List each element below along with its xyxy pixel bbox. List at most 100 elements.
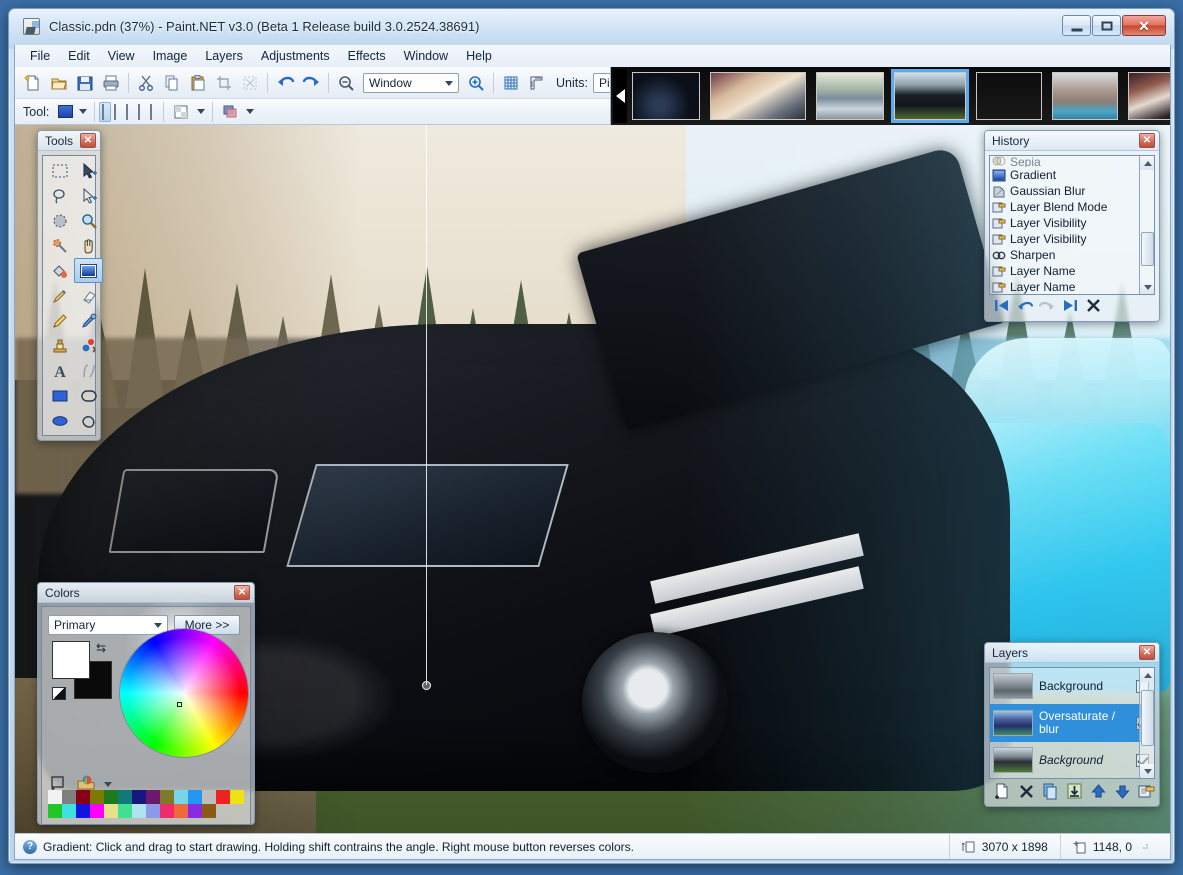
palette-swatch[interactable] bbox=[118, 790, 132, 804]
palette-swatch[interactable] bbox=[62, 790, 76, 804]
palette-swatch[interactable] bbox=[202, 790, 216, 804]
alpha-dropdown-arrow[interactable] bbox=[194, 99, 208, 125]
zoom-tool[interactable] bbox=[74, 208, 103, 233]
palette-swatch[interactable] bbox=[202, 804, 216, 818]
blend-mode-icon[interactable] bbox=[217, 99, 243, 125]
ellipse-shape-tool[interactable] bbox=[45, 408, 74, 433]
undo-icon[interactable] bbox=[272, 70, 298, 96]
palette-swatch[interactable] bbox=[216, 790, 230, 804]
palette-swatch[interactable] bbox=[146, 790, 160, 804]
forward-to-end-button[interactable] bbox=[1062, 298, 1079, 316]
menu-adjustments[interactable]: Adjustments bbox=[252, 46, 339, 66]
palette-swatch[interactable] bbox=[188, 790, 202, 804]
new-icon[interactable] bbox=[20, 70, 46, 96]
colors-panel-close-button[interactable]: ✕ bbox=[234, 585, 250, 600]
layers-panel-close-button[interactable]: ✕ bbox=[1139, 645, 1155, 660]
title-bar[interactable]: Classic.pdn (37%) - Paint.NET v3.0 (Beta… bbox=[9, 9, 1174, 45]
palette-swatch[interactable] bbox=[118, 804, 132, 818]
palette-swatch[interactable] bbox=[188, 804, 202, 818]
menu-edit[interactable]: Edit bbox=[59, 46, 99, 66]
move-layer-up-button[interactable] bbox=[1090, 783, 1107, 800]
ellipse-select-tool[interactable] bbox=[45, 208, 74, 233]
duplicate-layer-button[interactable] bbox=[1042, 783, 1059, 800]
palette-swatch[interactable] bbox=[160, 790, 174, 804]
layers-scrollbar[interactable] bbox=[1139, 668, 1154, 778]
history-item[interactable]: Sepia bbox=[990, 156, 1154, 167]
move-layer-down-button[interactable] bbox=[1114, 783, 1131, 800]
thumb-silver-car[interactable] bbox=[813, 69, 887, 123]
zoom-level-combo[interactable]: Window bbox=[363, 73, 459, 93]
eraser-tool[interactable] bbox=[74, 283, 103, 308]
history-item[interactable]: Gaussian Blur bbox=[990, 183, 1154, 199]
history-item[interactable]: Sharpen bbox=[990, 247, 1154, 263]
undo-button[interactable] bbox=[1016, 298, 1033, 316]
palette-swatch[interactable] bbox=[104, 804, 118, 818]
gradient-radial-button[interactable] bbox=[123, 102, 135, 122]
palette-swatch[interactable] bbox=[90, 790, 104, 804]
palette-swatch[interactable] bbox=[104, 790, 118, 804]
history-item[interactable]: Layer Visibility bbox=[990, 231, 1154, 247]
palette-swatch[interactable] bbox=[146, 804, 160, 818]
thumb-cat-keyboard[interactable] bbox=[707, 69, 809, 123]
freeform-shape-tool[interactable] bbox=[74, 408, 103, 433]
palette-swatch[interactable] bbox=[76, 790, 90, 804]
layer-row[interactable]: Oversaturate / blur bbox=[990, 704, 1154, 742]
recolor-tool[interactable] bbox=[74, 333, 103, 358]
deselect-icon[interactable] bbox=[237, 70, 263, 96]
close-button[interactable]: ✕ bbox=[1122, 15, 1166, 36]
gradient-diamond-button[interactable] bbox=[135, 102, 147, 122]
zoom-out-icon[interactable] bbox=[333, 70, 359, 96]
menu-image[interactable]: Image bbox=[144, 46, 197, 66]
lasso-select-tool[interactable] bbox=[45, 183, 74, 208]
pencil-tool[interactable] bbox=[45, 308, 74, 333]
thumb-night-skyline[interactable] bbox=[629, 69, 703, 123]
menu-effects[interactable]: Effects bbox=[339, 46, 395, 66]
minimize-button[interactable] bbox=[1062, 15, 1091, 36]
cut-icon[interactable] bbox=[133, 70, 159, 96]
palette-swatch[interactable] bbox=[48, 804, 62, 818]
copy-icon[interactable] bbox=[159, 70, 185, 96]
scroll-down-button[interactable] bbox=[1140, 764, 1155, 778]
rewind-to-start-button[interactable] bbox=[993, 298, 1010, 316]
color-wheel[interactable] bbox=[120, 629, 248, 757]
palette-swatch[interactable] bbox=[230, 790, 244, 804]
gradient-conical-button[interactable] bbox=[147, 102, 159, 122]
ruler-icon[interactable] bbox=[524, 70, 550, 96]
palette-dropdown-arrow[interactable] bbox=[104, 782, 112, 787]
delete-layer-button[interactable] bbox=[1018, 783, 1035, 800]
tool-dropdown-arrow[interactable] bbox=[76, 99, 90, 125]
colors-panel-titlebar[interactable]: Colors ✕ bbox=[38, 583, 254, 603]
history-item[interactable]: Layer Visibility bbox=[990, 215, 1154, 231]
move-selected-tool[interactable] bbox=[74, 158, 103, 183]
history-list[interactable]: Sepia Gradient Gaussian Blur bbox=[989, 155, 1155, 295]
history-item[interactable]: Gradient bbox=[990, 167, 1154, 183]
clone-stamp-tool[interactable] bbox=[45, 333, 74, 358]
line-curve-tool[interactable] bbox=[74, 358, 103, 383]
layer-properties-button[interactable] bbox=[1138, 783, 1155, 800]
palette-swatch[interactable] bbox=[48, 790, 62, 804]
thumb-crowd-street[interactable] bbox=[973, 69, 1045, 123]
active-tool-swatch[interactable] bbox=[54, 99, 76, 125]
palette-swatch[interactable] bbox=[62, 804, 76, 818]
tools-panel-titlebar[interactable]: Tools ✕ bbox=[38, 131, 100, 151]
swap-colors-icon[interactable]: ⇆ bbox=[96, 641, 106, 655]
history-item[interactable]: Layer Name bbox=[990, 263, 1154, 279]
primary-color-swatch[interactable] bbox=[52, 641, 90, 679]
layers-panel-titlebar[interactable]: Layers ✕ bbox=[985, 643, 1159, 663]
gradient-linear-button[interactable] bbox=[99, 102, 111, 122]
palette-swatch[interactable] bbox=[76, 804, 90, 818]
restore-button[interactable] bbox=[1092, 15, 1121, 36]
thumb-two-people[interactable] bbox=[1125, 69, 1171, 123]
scroll-down-button[interactable] bbox=[1140, 280, 1155, 294]
color-picker-tool[interactable] bbox=[74, 308, 103, 333]
history-scrollbar[interactable] bbox=[1139, 156, 1154, 294]
grid-icon[interactable] bbox=[498, 70, 524, 96]
redo-button[interactable] bbox=[1039, 298, 1056, 316]
layer-row[interactable]: Background bbox=[990, 742, 1154, 778]
crop-to-selection-icon[interactable] bbox=[211, 70, 237, 96]
paste-icon[interactable] bbox=[185, 70, 211, 96]
history-item[interactable]: Layer Blend Mode bbox=[990, 199, 1154, 215]
gradient-handle[interactable] bbox=[422, 681, 431, 690]
save-icon[interactable] bbox=[72, 70, 98, 96]
zoom-in-icon[interactable] bbox=[463, 70, 489, 96]
